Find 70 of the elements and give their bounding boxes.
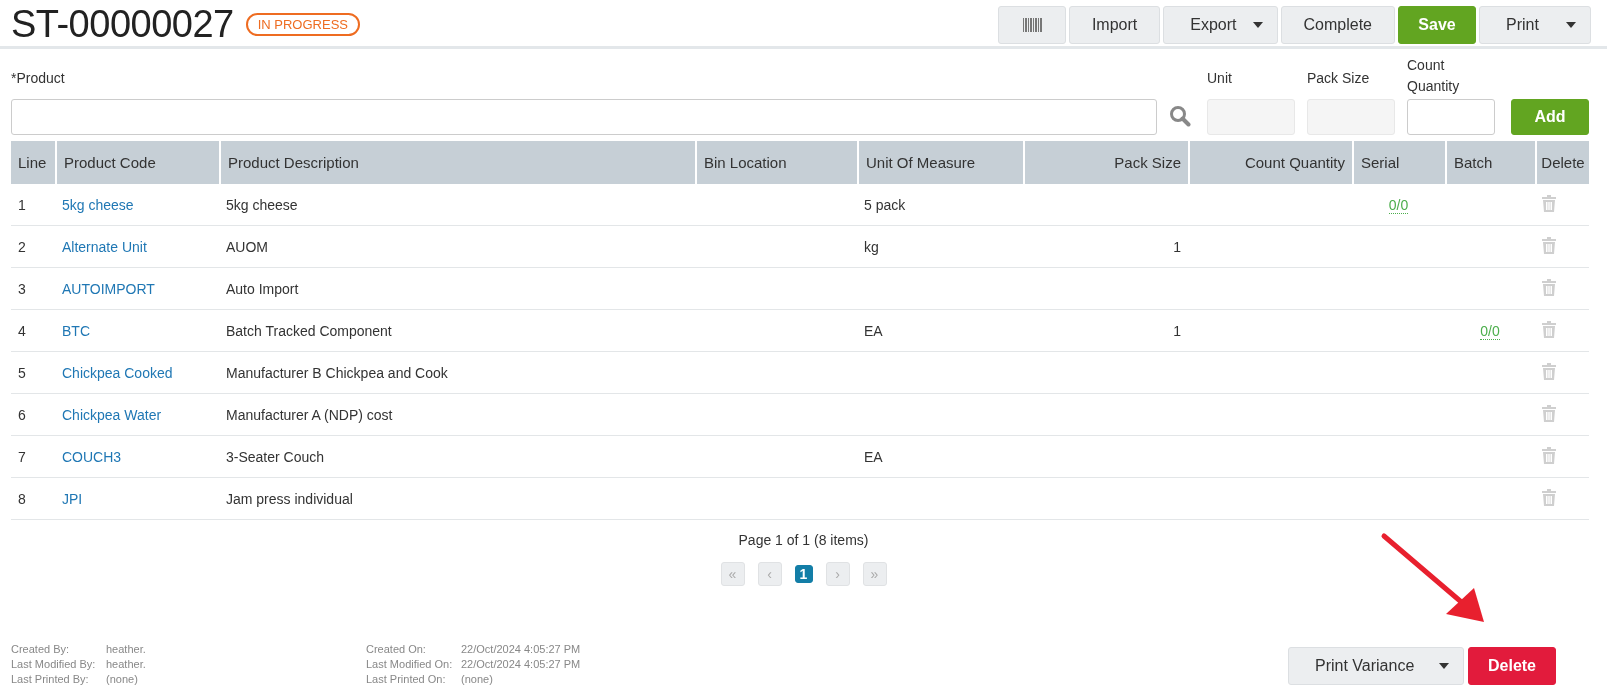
audit-label: Last Printed On:: [366, 673, 447, 685]
table-cell: 5: [18, 364, 26, 381]
audit-value: (none): [106, 673, 139, 685]
audit-value: (none): [461, 673, 494, 685]
audit-label: Last Modified On:: [366, 658, 454, 670]
table-cell: 1: [1173, 238, 1181, 255]
table-cell: 6: [18, 406, 26, 423]
delete-button[interactable]: Delete: [1468, 647, 1556, 685]
table-cell: kg: [864, 238, 879, 255]
page-button[interactable]: 1: [794, 565, 813, 583]
table-cell: Manufacturer A (NDP) cost: [226, 406, 393, 423]
table-cell: AUOM: [226, 238, 268, 255]
table-cell: Jam press individual: [226, 490, 353, 507]
audit-label: Created On:: [366, 643, 427, 655]
audit-label: Last Printed By:: [11, 673, 90, 685]
pagination-summary: Page 1 of 1 (8 items): [738, 532, 869, 548]
column-header: Product Code: [55, 141, 219, 184]
serial-count-link[interactable]: 0/0: [1388, 196, 1409, 214]
audit-value: 22/Oct/2024 4:05:27 PM: [461, 658, 581, 670]
table-cell: Manufacturer B Chickpea and Cook: [226, 364, 448, 381]
product-code-link[interactable]: 5kg cheese: [62, 196, 134, 213]
audit-value: heather.: [106, 658, 147, 670]
column-header: Delete: [1535, 141, 1589, 184]
product-code-link[interactable]: COUCH3: [62, 448, 122, 465]
product-code-link[interactable]: Chickpea Water: [62, 406, 162, 423]
status-badge: IN PROGRESS: [245, 13, 360, 36]
column-header: Serial: [1352, 141, 1445, 184]
complete-button[interactable]: Complete: [1280, 5, 1395, 44]
column-header: Pack Size: [1023, 141, 1188, 184]
table-cell: 1: [18, 196, 26, 213]
table-cell: 5 pack: [864, 196, 906, 213]
batch-count-link[interactable]: 0/0: [1480, 322, 1500, 340]
export-dropdown-button[interactable]: Export: [1163, 5, 1278, 44]
document-title: ST-00000027: [11, 3, 234, 46]
product-label: *Product: [11, 69, 66, 88]
table-cell: Auto Import: [226, 280, 299, 297]
column-header: Count Quantity: [1188, 141, 1352, 184]
table-cell: 8: [18, 490, 26, 507]
import-button[interactable]: Import: [1068, 5, 1161, 44]
table-cell: Batch Tracked Component: [226, 322, 392, 339]
column-header: Unit Of Measure: [857, 141, 1023, 184]
audit-label: Last Modified By:: [11, 658, 97, 670]
table-cell: 4: [18, 322, 26, 339]
table-cell: 1: [1173, 322, 1181, 339]
column-header: Batch: [1445, 141, 1535, 184]
product-code-link[interactable]: Alternate Unit: [62, 238, 147, 255]
table-cell: 2: [18, 238, 26, 255]
product-code-link[interactable]: Chickpea Cooked: [62, 364, 173, 381]
print-dropdown-button[interactable]: Print: [1479, 5, 1591, 44]
column-header: Bin Location: [695, 141, 857, 184]
pack-size-label: Pack Size: [1307, 69, 1371, 88]
unit-label: Unit: [1207, 69, 1233, 88]
table-cell: 3-Seater Couch: [226, 448, 325, 465]
add-button[interactable]: Add: [1511, 99, 1589, 135]
table-cell: 7: [18, 448, 26, 465]
table-cell: EA: [864, 448, 883, 465]
product-code-link[interactable]: BTC: [62, 322, 90, 339]
table-cell: 5kg cheese: [226, 196, 298, 213]
audit-label: Created By:: [11, 643, 71, 655]
audit-value: 22/Oct/2024 4:05:27 PM: [461, 643, 581, 655]
product-code-link[interactable]: JPI: [62, 490, 83, 507]
table-cell: EA: [864, 322, 883, 339]
save-button[interactable]: Save: [1398, 5, 1476, 44]
count-quantity-label: Count Quantity: [1407, 56, 1461, 96]
product-code-link[interactable]: AUTOIMPORT: [62, 280, 155, 297]
column-header: Line: [17, 153, 48, 173]
audit-value: heather.: [106, 643, 147, 655]
column-header: Product Description: [219, 141, 695, 184]
table-cell: 3: [18, 280, 26, 297]
print-variance-dropdown-button[interactable]: Print Variance: [1288, 647, 1464, 685]
